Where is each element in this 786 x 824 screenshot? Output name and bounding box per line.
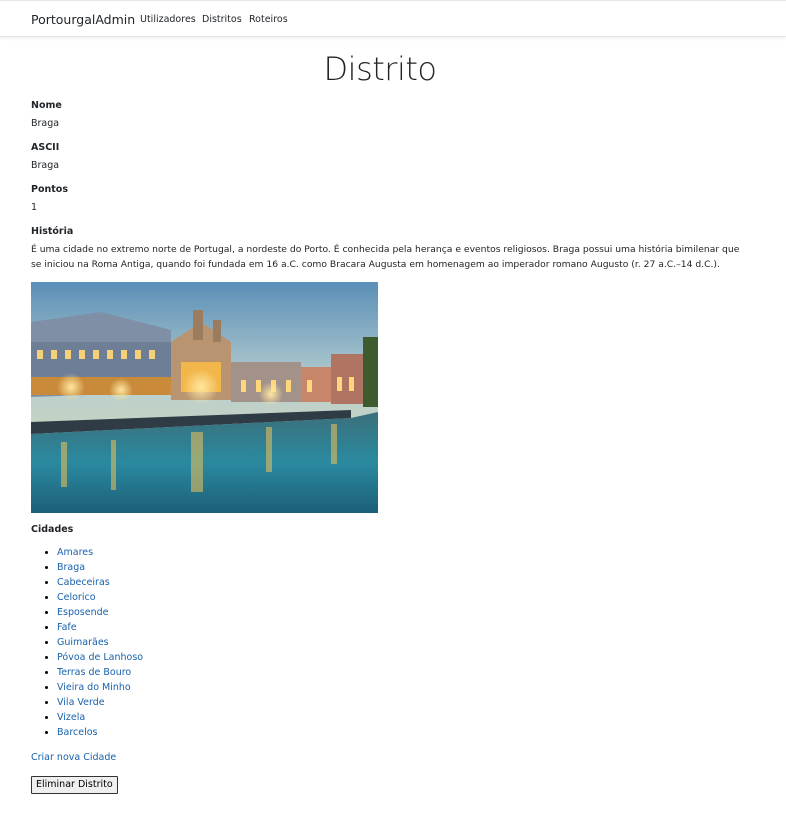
cidades-label: Cidades [31,524,74,535]
cidade-link-vieira-do-minho[interactable]: Vieira do Minho [57,682,131,693]
nav-link-utilizadores[interactable]: Utilizadores [140,14,196,25]
cidade-link-esposende[interactable]: Esposende [57,607,109,618]
list-item: Vieira do Minho [57,680,143,695]
cidade-link-cabeceiras[interactable]: Cabeceiras [57,577,110,588]
pontos-value: 1 [31,202,38,213]
historia-text: É uma cidade no extremo norte de Portuga… [31,244,740,270]
nome-value: Braga [31,118,60,129]
cidade-link-guimaraes[interactable]: Guimarães [57,637,109,648]
brand-link[interactable]: PortourgalAdmin [31,12,135,27]
list-item: Cabeceiras [57,575,143,590]
list-item: Amares [57,545,143,560]
list-item: Braga [57,560,143,575]
list-item: Vila Verde [57,695,143,710]
list-item: Guimarães [57,635,143,650]
list-item: Esposende [57,605,143,620]
cidade-link-braga[interactable]: Braga [57,562,85,573]
create-cidade-link[interactable]: Criar nova Cidade [31,752,116,763]
cidade-link-amares[interactable]: Amares [57,547,93,558]
top-navbar: PortourgalAdmin Utilizadores Distritos R… [0,0,786,37]
pontos-label: Pontos [31,184,68,195]
cidade-link-barcelos[interactable]: Barcelos [57,727,98,738]
cidade-link-celorico[interactable]: Celorico [57,592,96,603]
cidade-link-terras-de-bouro[interactable]: Terras de Bouro [57,667,131,678]
list-item: Barcelos [57,725,143,740]
list-item: Fafe [57,620,143,635]
cidades-list: Amares Braga Cabeceiras Celorico Esposen… [31,545,143,740]
page-title: Distrito [323,50,437,88]
nome-label: Nome [31,100,62,111]
cidade-link-vizela[interactable]: Vizela [57,712,85,723]
cidade-link-vila-verde[interactable]: Vila Verde [57,697,105,708]
nav-link-roteiros[interactable]: Roteiros [249,14,288,25]
district-photo [31,282,378,513]
delete-distrito-button[interactable]: Eliminar Distrito [31,776,118,794]
historia-label: História [31,226,74,237]
cidade-link-povoa-de-lanhoso[interactable]: Póvoa de Lanhoso [57,652,143,663]
nav-link-distritos[interactable]: Distritos [202,14,242,25]
cidade-link-fafe[interactable]: Fafe [57,622,77,633]
ascii-label: ASCII [31,142,60,153]
list-item: Póvoa de Lanhoso [57,650,143,665]
list-item: Celorico [57,590,143,605]
ascii-value: Braga [31,160,60,171]
list-item: Terras de Bouro [57,665,143,680]
list-item: Vizela [57,710,143,725]
